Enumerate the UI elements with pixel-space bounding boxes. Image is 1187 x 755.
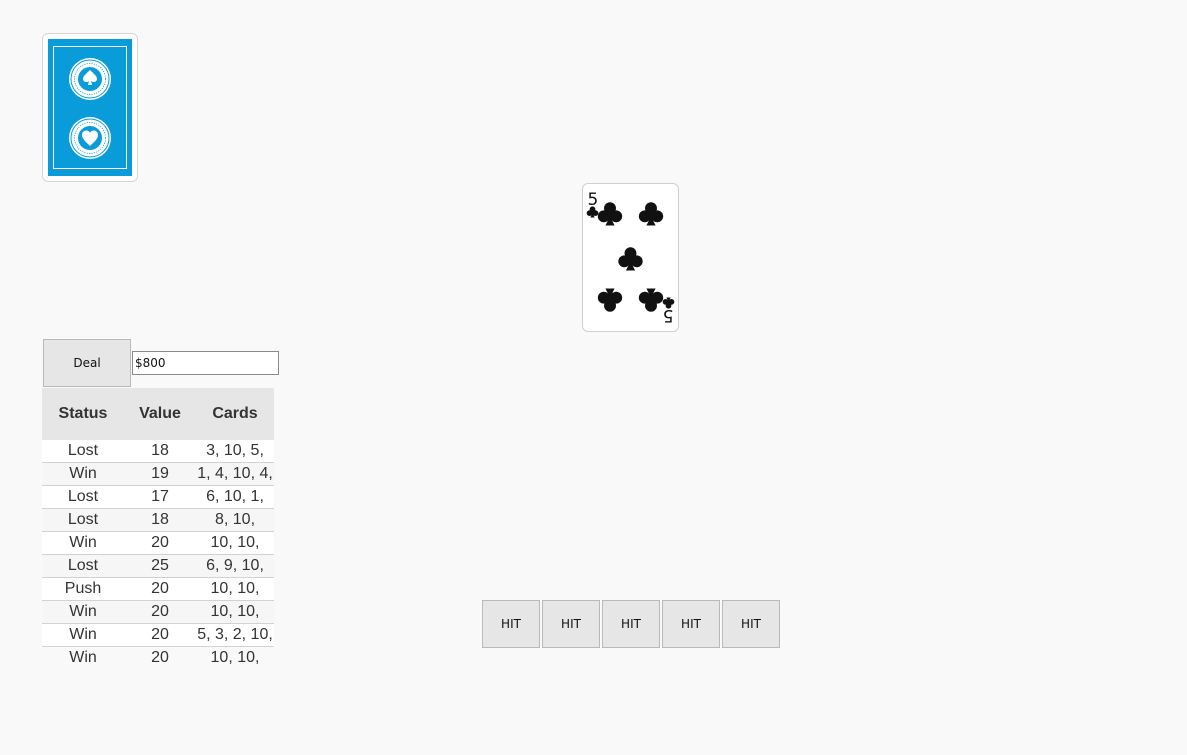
hit-button-3[interactable]: HIT [602,600,660,648]
column-header-cards: Cards [196,388,274,440]
club-pip-icon [618,247,643,271]
table-row: Lost 18 3, 10, 5, [42,440,274,463]
cards-cell: 10, 10, [196,577,274,601]
hit-button-4[interactable]: HIT [662,600,720,648]
value-cell: 20 [124,577,196,601]
table-row: Lost 25 6, 9, 10, [42,554,274,578]
table-header-row: Status Value Cards [42,388,274,440]
table-row: Win 19 1, 4, 10, 4, [42,462,274,486]
hit-button-5[interactable]: HIT [722,600,780,648]
cards-cell: 6, 10, 1, [196,485,274,509]
table-row: Win 20 5, 3, 2, 10, [42,623,274,647]
deck-card-back[interactable] [42,33,138,182]
status-cell: Lost [42,508,124,532]
club-pip-icon [597,288,623,312]
current-card: 5 5 [582,183,679,332]
table-row: Lost 17 6, 10, 1, [42,485,274,509]
status-cell: Win [69,649,97,666]
value-cell: 17 [124,485,196,509]
club-pip-icon [597,202,623,226]
hand-history-table: Status Value Cards Lost 18 3, 10, 5, Win… [42,388,274,669]
playing-card-5-of-clubs: 5 5 [586,190,675,325]
status-cell: Lost [42,485,124,509]
table-row: Lost 18 8, 10, [42,508,274,532]
cards-cell: 6, 9, 10, [196,554,274,578]
value-cell: 18 [124,508,196,532]
status-cell: Win [42,462,124,486]
hit-button-2[interactable]: HIT [542,600,600,648]
value-cell: 20 [124,600,196,624]
value-cell: 25 [124,554,196,578]
cards-cell: 8, 10, [196,508,274,532]
cards-cell: 5, 3, 2, 10, [196,623,274,647]
status-cell: Win [42,623,124,647]
cards-cell: 1, 4, 10, 4, [196,462,274,486]
value-cell: 20 [124,531,196,555]
bankroll-input[interactable] [132,351,279,375]
cards-cell: 10, 10, [196,531,274,555]
value-cell: 18 [124,440,196,463]
status-cell: Lost [42,554,124,578]
blackjack-page: 5 5 Deal $800 Status Value Cards Lost 18… [0,0,1187,755]
deal-button[interactable]: Deal [43,339,131,387]
status-cell: Lost [42,440,124,463]
table-row: Win 20 10, 10, [42,647,274,670]
column-header-value: Value [124,388,196,440]
table-row: Win 20 10, 10, [42,531,274,555]
value-cell: 19 [124,462,196,486]
table-row: Win 20 10, 10, [42,600,274,624]
cards-cell: 10, 10, [210,649,260,666]
hit-button-1[interactable]: HIT [482,600,540,648]
cards-cell: 3, 10, 5, [196,440,274,463]
club-pip-icon [638,202,664,226]
cards-cell: 10, 10, [196,600,274,624]
status-cell: Win [42,531,124,555]
status-cell: Push [42,577,124,601]
club-pip-icon [638,288,664,312]
card-back-icon [48,39,132,176]
acbl-emblem-icon [69,58,111,100]
acbl-emblem-icon [69,117,111,159]
column-header-status: Status [42,388,124,440]
value-cell: 20 [151,649,169,666]
table-row: Push 20 10, 10, [42,577,274,601]
value-cell: 20 [124,623,196,647]
status-cell: Win [42,600,124,624]
